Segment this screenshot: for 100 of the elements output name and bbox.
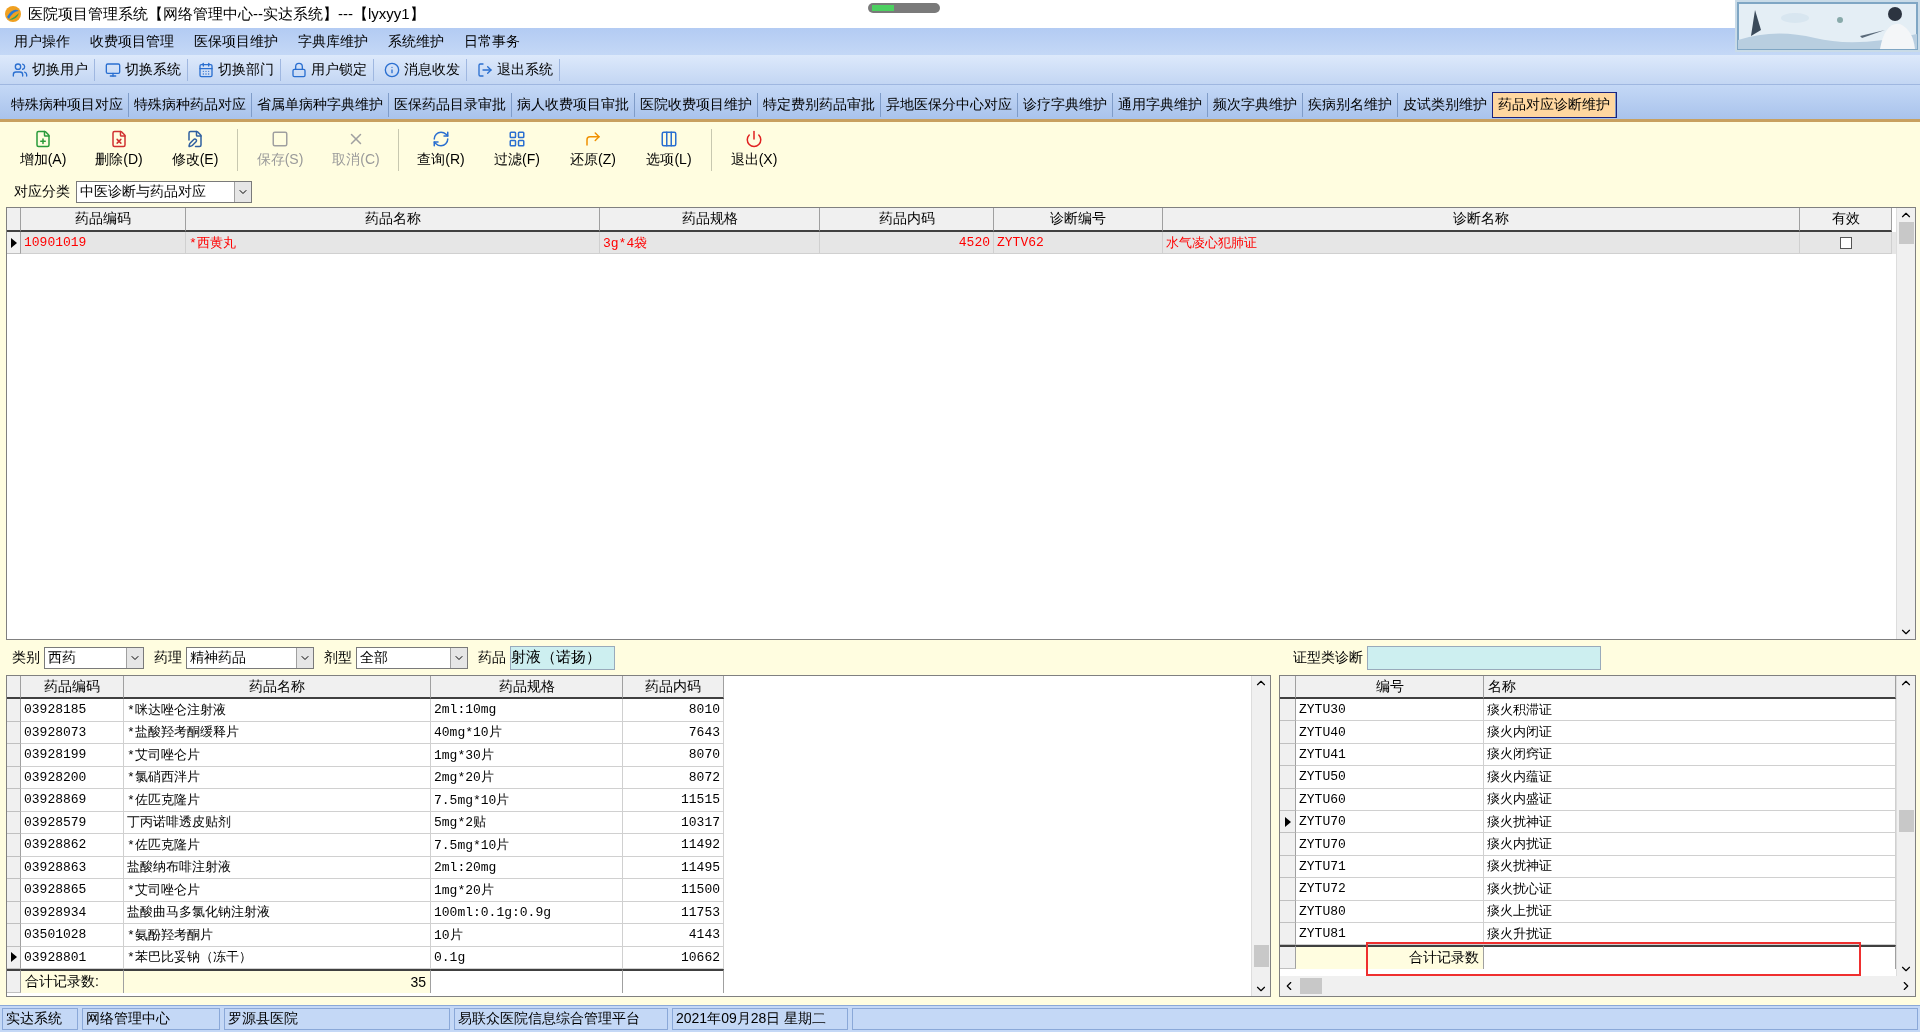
row-header: [7, 969, 21, 993]
menu-item[interactable]: 日常事务: [454, 32, 530, 51]
table-cell: *氯硝西泮片: [124, 766, 431, 789]
table-cell: ZYTU60: [1296, 788, 1484, 811]
column-header[interactable]: 有效: [1800, 208, 1892, 232]
row-header[interactable]: [7, 232, 21, 254]
scroll-thumb[interactable]: [1898, 222, 1914, 244]
action-button[interactable]: 修改(E): [158, 130, 232, 169]
lock-icon: [291, 61, 307, 78]
table-cell: 痰火扰心证: [1484, 878, 1896, 901]
table-cell: 1mg*30片: [431, 744, 623, 767]
tab[interactable]: 通用字典维护: [1113, 93, 1208, 117]
tab[interactable]: 疾病别名维护: [1303, 93, 1398, 117]
filter-label: 药品: [478, 648, 506, 667]
table-cell: 03501028: [21, 924, 124, 947]
toolbar-button[interactable]: 用户锁定: [285, 58, 374, 81]
vertical-scrollbar[interactable]: [1251, 676, 1270, 996]
row-header[interactable]: [1280, 810, 1296, 834]
drug-search-field[interactable]: 射液（诺扬）: [510, 645, 615, 670]
tab[interactable]: 特殊病种药品对应: [129, 93, 252, 117]
menu-item[interactable]: 字典库维护: [288, 32, 378, 51]
menu-item[interactable]: 收费项目管理: [80, 32, 184, 51]
filter-dropdown[interactable]: 精神药品: [186, 646, 314, 669]
total-label: 合计记录数: [1296, 945, 1484, 970]
toolbar-button[interactable]: 切换部门: [192, 58, 281, 81]
column-header[interactable]: 药品名称: [124, 676, 431, 699]
row-header[interactable]: [7, 946, 21, 969]
column-header[interactable]: 名称: [1484, 676, 1896, 699]
scroll-thumb[interactable]: [1898, 810, 1914, 832]
column-header[interactable]: 药品名称: [186, 208, 600, 232]
row-header[interactable]: [1280, 922, 1296, 946]
action-button[interactable]: 删除(D): [82, 130, 156, 169]
table-cell: 2mg*20片: [431, 766, 623, 789]
action-button[interactable]: 选项(L): [632, 130, 706, 169]
menu-item[interactable]: 用户操作: [4, 32, 80, 51]
tab[interactable]: 异地医保分中心对应: [881, 93, 1018, 117]
info-icon: [384, 61, 400, 78]
tab[interactable]: 特殊病种项目对应: [6, 93, 129, 117]
tab[interactable]: 药品对应诊断维护: [1493, 93, 1616, 117]
column-header[interactable]: 诊断编号: [994, 208, 1163, 232]
table-cell: 7643: [623, 721, 724, 744]
scroll-thumb[interactable]: [1300, 978, 1322, 994]
action-button[interactable]: 退出(X): [717, 130, 791, 169]
tab[interactable]: 医保药品目录审批: [389, 93, 512, 117]
diagnosis-search-field[interactable]: [1367, 645, 1601, 670]
action-button[interactable]: 还原(Z): [556, 130, 630, 169]
table-cell: 痰火上扰证: [1484, 900, 1896, 923]
table-cell: 11495: [623, 856, 724, 879]
table-cell: 03928073: [21, 721, 124, 744]
table-cell: 03928869: [21, 789, 124, 812]
table-cell: ZYTU50: [1296, 766, 1484, 789]
toolbar-button[interactable]: 切换用户: [6, 58, 95, 81]
menu-item[interactable]: 系统维护: [378, 32, 454, 51]
column-header[interactable]: 药品编码: [21, 208, 186, 232]
table-cell: 1mg*20片: [431, 879, 623, 902]
table-cell: 痰火积滞证: [1484, 699, 1896, 722]
table-cell: 丁丙诺啡透皮贴剂: [124, 811, 431, 834]
toolbar-button[interactable]: 消息收发: [378, 58, 467, 81]
tab[interactable]: 病人收费项目审批: [512, 93, 635, 117]
valid-checkbox[interactable]: [1839, 236, 1852, 249]
vertical-scrollbar[interactable]: [1896, 676, 1915, 976]
column-header[interactable]: 编号: [1296, 676, 1484, 699]
power-icon: [745, 130, 763, 148]
tab[interactable]: 省属单病种字典维护: [252, 93, 389, 117]
table-cell: 03928863: [21, 856, 124, 879]
columns-icon: [660, 130, 678, 148]
filter-dropdown[interactable]: 全部: [356, 646, 468, 669]
action-button[interactable]: 查询(R): [404, 130, 478, 169]
table-cell: *咪达唑仑注射液: [124, 699, 431, 722]
horizontal-scrollbar[interactable]: [1280, 976, 1915, 996]
column-header[interactable]: 诊断名称: [1163, 208, 1800, 232]
progress-indicator-icon: [868, 3, 940, 13]
table-cell: 水气凌心犯肺证: [1163, 232, 1800, 254]
status-bar-cell: 2021年09月28日 星期二: [672, 1008, 848, 1030]
table-cell: 7.5mg*10片: [431, 789, 623, 812]
vertical-scrollbar[interactable]: [1896, 208, 1915, 639]
tab[interactable]: 诊疗字典维护: [1018, 93, 1113, 117]
app-logo-icon: [4, 5, 22, 23]
scroll-thumb[interactable]: [1253, 945, 1269, 967]
toolbar-button[interactable]: 切换系统: [99, 58, 188, 81]
diagnosis-filter-label: 证型类诊断: [1293, 648, 1363, 667]
action-button[interactable]: 过滤(F): [480, 130, 554, 169]
menu-item[interactable]: 医保项目维护: [184, 32, 288, 51]
tab[interactable]: 频次字典维护: [1208, 93, 1303, 117]
category-dropdown[interactable]: 中医诊断与药品对应: [76, 181, 252, 203]
action-button[interactable]: 增加(A): [6, 130, 80, 169]
table-cell: 盐酸纳布啡注射液: [124, 856, 431, 879]
column-header[interactable]: 药品规格: [600, 208, 820, 232]
filter-dropdown[interactable]: 西药: [44, 646, 144, 669]
tab[interactable]: 医院收费项目维护: [635, 93, 758, 117]
column-header[interactable]: 药品编码: [21, 676, 124, 699]
table-cell: ZYTU40: [1296, 721, 1484, 744]
table-cell: ZYTU71: [1296, 855, 1484, 879]
column-header[interactable]: 药品内码: [820, 208, 994, 232]
column-header[interactable]: 药品规格: [431, 676, 623, 699]
toolbar-button[interactable]: 退出系统: [471, 58, 560, 81]
window-title: 医院项目管理系统【网络管理中心--实达系统】---【lyxyy1】: [28, 4, 425, 24]
column-header[interactable]: 药品内码: [623, 676, 724, 699]
tab[interactable]: 特定费别药品审批: [758, 93, 881, 117]
table-cell: 03928200: [21, 766, 124, 789]
